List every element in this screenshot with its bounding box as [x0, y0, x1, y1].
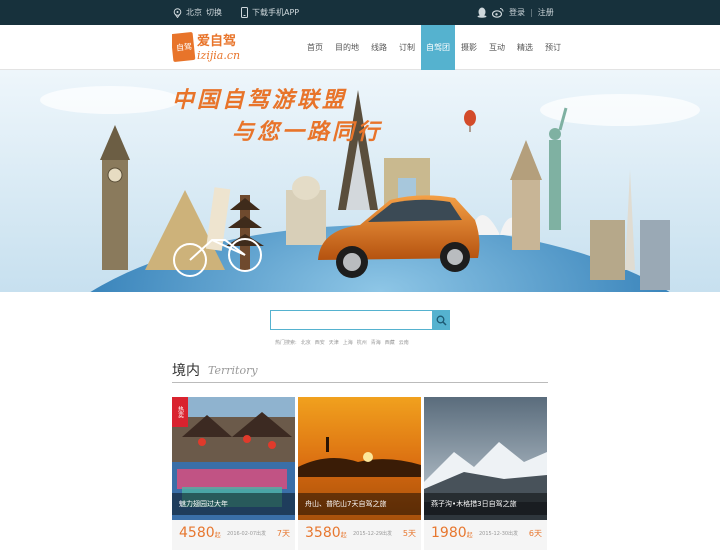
account-links: 登录 | 注册: [477, 0, 554, 25]
mobile-phone-icon: [241, 7, 248, 18]
login-link[interactable]: 登录: [509, 7, 525, 18]
nav-item-routes[interactable]: 线路: [365, 25, 393, 70]
hot-search-item[interactable]: 青海: [371, 339, 381, 346]
section-subtitle: Territory: [208, 364, 258, 377]
main-menu: 首页 目的地 线路 订制 自驾团 摄影 互动 精选 预订: [301, 25, 567, 70]
svg-text:izijia.cn: izijia.cn: [197, 49, 240, 62]
nav-item-photography[interactable]: 摄影: [455, 25, 483, 70]
register-link[interactable]: 注册: [538, 7, 554, 18]
hot-search-item[interactable]: 杭州: [357, 339, 367, 346]
search-button[interactable]: [432, 310, 450, 330]
nav-item-custom[interactable]: 订制: [393, 25, 421, 70]
nav-item-featured[interactable]: 精选: [511, 25, 539, 70]
download-app-label: 下载手机APP: [252, 8, 300, 17]
tour-card-title[interactable]: 燕子沟•木格措3日自驾之旅: [424, 493, 547, 515]
hot-search-item[interactable]: 云南: [399, 339, 409, 346]
section-divider: [172, 382, 548, 383]
banner-slogan-line1: 中国自驾游联盟: [172, 87, 348, 113]
search-icon: [436, 315, 447, 326]
site-logo[interactable]: 自驾 爱自驾 izijia.cn: [170, 29, 242, 65]
tour-card-date: 2015-12-29出发: [353, 531, 393, 537]
hot-search-item[interactable]: 天津: [329, 339, 339, 346]
hero-banner[interactable]: [0, 70, 720, 292]
tour-card-days: 6天: [528, 529, 542, 538]
tour-card-days: 7天: [276, 529, 290, 538]
top-bar: 北京 切换 下载手机APP 登录 | 注册: [0, 0, 720, 25]
tour-card[interactable]: 舟山、普陀山7天自驾之旅 3580起 2015-12-29出发 5天: [298, 397, 421, 550]
tour-card-date: 2016-02-07出发: [227, 531, 267, 537]
hot-search-item[interactable]: 北京: [301, 339, 311, 346]
weibo-icon[interactable]: [492, 7, 504, 18]
svg-text:自驾: 自驾: [176, 41, 193, 53]
city-selector[interactable]: 北京 切换: [173, 0, 222, 25]
download-app-link[interactable]: 下载手机APP: [241, 0, 299, 25]
nav-item-interaction[interactable]: 互动: [483, 25, 511, 70]
hot-search-label: 热门搜索:: [275, 340, 297, 346]
section-title: 境内: [172, 363, 200, 379]
hot-search-item[interactable]: 西藏: [385, 339, 395, 346]
svg-text:爱自驾: 爱自驾: [197, 33, 236, 49]
search-box: [270, 310, 450, 330]
nav-item-booking[interactable]: 预订: [539, 25, 567, 70]
tour-card-title[interactable]: 舟山、普陀山7天自驾之旅: [298, 493, 421, 515]
tour-card-price: 3580起: [305, 525, 347, 541]
hot-search-item[interactable]: 西安: [315, 339, 325, 346]
city-switch-link[interactable]: 切换: [206, 7, 222, 18]
tour-card-days: 5天: [402, 529, 416, 538]
hot-search-item[interactable]: 上海: [343, 339, 353, 346]
nav-item-home[interactable]: 首页: [301, 25, 329, 70]
tour-card-price: 1980起: [431, 525, 473, 541]
tour-card[interactable]: 燕子沟•木格措3日自驾之旅 1980起 2015-12-30出发 6天: [424, 397, 547, 550]
hot-search-list: 热门搜索: 北京 西安 天津 上海 杭州 青海 西藏 云南: [275, 339, 409, 346]
tour-card-date: 2015-12-30出发: [479, 531, 519, 537]
location-pin-icon: [173, 7, 182, 18]
tour-card-title[interactable]: 魅力翅园过大年: [172, 493, 295, 515]
city-name: 北京: [186, 8, 202, 17]
nav-item-self-drive-group[interactable]: 自驾团: [421, 25, 455, 70]
hot-sale-badge: 热卖: [172, 397, 188, 427]
tour-card-price: 4580起: [179, 525, 221, 541]
link-divider: |: [530, 8, 533, 17]
nav-item-destination[interactable]: 目的地: [329, 25, 365, 70]
qq-icon[interactable]: [477, 7, 487, 18]
banner-slogan-line2: 与您一路同行: [232, 119, 383, 145]
tour-card[interactable]: 热卖 魅力翅园过大年 4580起 2016-02-07出发 7天: [172, 397, 295, 550]
search-input[interactable]: [270, 310, 432, 330]
